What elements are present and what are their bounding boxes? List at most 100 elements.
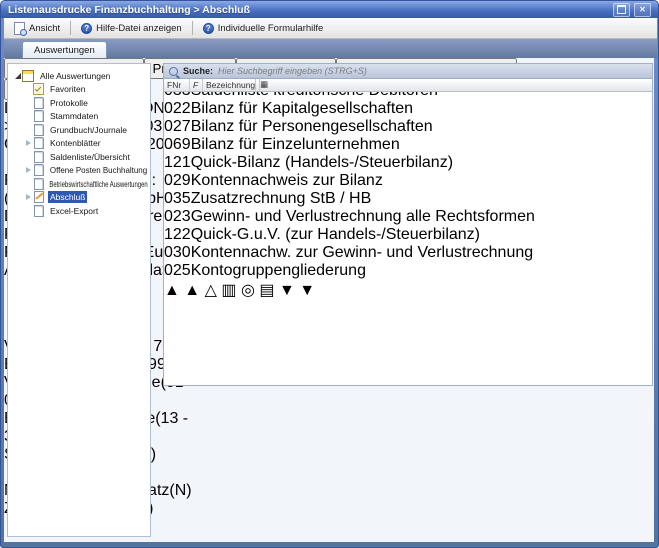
- cell-bezeichnung: Kontogruppengliederung: [191, 262, 366, 279]
- zoom-icon[interactable]: ◎: [241, 282, 255, 299]
- tree-item[interactable]: Grundbuch/Journale: [8, 123, 150, 137]
- window-title: Listenausdrucke Finanzbuchhaltung > Absc…: [8, 4, 613, 16]
- navigation-tree: Alle Auswertungen FavoritenProtokolleSta…: [7, 63, 151, 537]
- cell-bezeichnung: Kontennachweis zur Bilanz: [191, 172, 383, 189]
- tree-item-label: Stammdaten: [48, 110, 100, 122]
- scroll-page-up-icon[interactable]: △: [205, 282, 217, 299]
- tree-item[interactable]: Saldenliste/Übersicht: [8, 150, 150, 164]
- toolbar: Ansicht ? Hilfe-Datei anzeigen ? Individ…: [4, 18, 657, 39]
- cell-fnr: 035: [164, 190, 191, 207]
- column-header-fnr[interactable]: FNr: [164, 79, 190, 91]
- parameter-value: (13 -: [155, 410, 188, 427]
- report-icon: [33, 191, 44, 203]
- table-row[interactable]: 025Kontogruppengliederung: [164, 262, 652, 280]
- document-icon: [33, 137, 44, 149]
- scroll-first-icon[interactable]: ▲: [164, 282, 180, 299]
- triangle-icon: [26, 194, 31, 200]
- split-view-icon[interactable]: ▥: [221, 282, 236, 299]
- tree-root-alle-auswertungen[interactable]: Alle Auswertungen: [8, 69, 150, 83]
- expander-open-icon[interactable]: [13, 73, 22, 79]
- table-row[interactable]: 029Kontennachweis zur Bilanz: [164, 172, 652, 190]
- close-button[interactable]: ✕: [634, 3, 651, 17]
- document-icon: [33, 110, 44, 122]
- tree-item-label: Saldenliste/Übersicht: [48, 151, 132, 163]
- triangle-icon: [26, 167, 31, 173]
- content-area: Alle Auswertungen FavoritenProtokolleSta…: [4, 58, 654, 542]
- sum-icon[interactable]: ▤: [259, 282, 274, 299]
- reports-folder-icon: [22, 70, 34, 82]
- close-icon: ✕: [639, 6, 646, 14]
- cell-fnr: 069: [164, 136, 191, 153]
- app-window: Listenausdrucke Finanzbuchhaltung > Absc…: [0, 0, 659, 548]
- document-icon: [33, 164, 44, 176]
- scroll-last-icon[interactable]: ▼: [299, 282, 315, 299]
- column-header-f[interactable]: F: [190, 79, 203, 91]
- tree-item-label: Favoriten: [48, 83, 87, 95]
- document-icon: [33, 151, 44, 163]
- tree-item-label: Kontenblätter: [48, 137, 103, 149]
- toolbar-item-hilfe-datei[interactable]: ? Hilfe-Datei anzeigen: [75, 21, 188, 36]
- document-icon: [33, 178, 44, 190]
- grid-rows: 032Saldenliste debitorische Kreditoren03…: [164, 64, 652, 280]
- cell-bezeichnung: Zusatzrechnung StB / HB: [191, 190, 372, 207]
- favorites-icon: [33, 83, 44, 95]
- table-row[interactable]: 027Bilanz für Personengesellschaften: [164, 118, 652, 136]
- cell-bezeichnung: Quick-Bilanz (Handels-/Steuerbilanz): [191, 154, 453, 171]
- tab-strip: Auswertungen: [4, 39, 657, 58]
- tab-auswertungen[interactable]: Auswertungen: [22, 41, 107, 58]
- cell-fnr: 022: [164, 100, 191, 117]
- table-row[interactable]: 023Gewinn- und Verlustrechnung alle Rech…: [164, 208, 652, 226]
- tree-item[interactable]: Betriebswirtschaftliche Auswertungen: [8, 177, 150, 191]
- cell-fnr: 121: [164, 154, 191, 171]
- document-icon: [33, 124, 44, 136]
- table-row[interactable]: 121Quick-Bilanz (Handels-/Steuerbilanz): [164, 154, 652, 172]
- tree-item[interactable]: Offene Posten Buchhaltung: [8, 164, 150, 178]
- search-placeholder: Hier Suchbegriff eingeben (STRG+S): [218, 66, 367, 76]
- toolbar-item-formularhilfe[interactable]: ? Individuelle Formularhilfe: [197, 21, 330, 36]
- toolbar-item-ansicht[interactable]: Ansicht: [8, 20, 66, 37]
- cell-fnr: 122: [164, 226, 191, 243]
- cell-fnr: 025: [164, 262, 191, 279]
- search-bar[interactable]: Suche: Hier Suchbegriff eingeben (STRG+S…: [164, 64, 652, 79]
- tree-item[interactable]: Stammdaten: [8, 110, 150, 124]
- tree-item-label: Betriebswirtschaftliche Auswertungen: [48, 178, 149, 190]
- tree-item[interactable]: Favoriten: [8, 83, 150, 97]
- tree-item-label: Abschluß: [48, 191, 87, 203]
- search-icon: [169, 67, 178, 76]
- table-row[interactable]: 030Kontennachw. zur Gewinn- und Verlustr…: [164, 244, 652, 262]
- cell-bezeichnung: Bilanz für Kapitalgesellschaften: [191, 100, 413, 117]
- restore-icon: [617, 5, 626, 14]
- column-select-icon[interactable]: ▦: [260, 79, 268, 91]
- scroll-down-icon[interactable]: ▼: [279, 282, 295, 299]
- grid-side-toolbar: ▲ ▲ △ ▥ ◎ ▤ ▼ ▼: [164, 280, 652, 300]
- grid-header: FNr F Bezeichnung ▦: [164, 79, 652, 92]
- title-bar: Listenausdrucke Finanzbuchhaltung > Absc…: [1, 1, 658, 18]
- toolbar-separator: [192, 21, 193, 35]
- tree-item[interactable]: Kontenblätter: [8, 137, 150, 151]
- table-row[interactable]: 022Bilanz für Kapitalgesellschaften: [164, 100, 652, 118]
- expander-closed-icon[interactable]: [24, 140, 33, 146]
- tree-item-label: Grundbuch/Journale: [48, 124, 129, 136]
- cell-bezeichnung: Gewinn- und Verlustrechnung alle Rechtsf…: [191, 208, 535, 225]
- column-header-bezeichnung[interactable]: Bezeichnung: [203, 79, 256, 91]
- table-row[interactable]: 122Quick-G.u.V. (zur Handels-/Steuerbila…: [164, 226, 652, 244]
- expander-closed-icon[interactable]: [24, 194, 33, 200]
- tree-item-label: Excel-Export: [48, 205, 100, 217]
- tree-item[interactable]: Abschluß: [8, 191, 150, 205]
- scroll-up-icon[interactable]: ▲: [184, 282, 200, 299]
- cell-bezeichnung: Bilanz für Personengesellschaften: [191, 118, 433, 135]
- help-icon: ?: [81, 23, 92, 34]
- cell-bezeichnung: Bilanz für Einzelunternehmen: [191, 136, 400, 153]
- tree-item[interactable]: Excel-Export: [8, 204, 150, 218]
- toolbar-label: Hilfe-Datei anzeigen: [96, 23, 182, 34]
- triangle-icon: [26, 140, 31, 146]
- table-row[interactable]: 035Zusatzrechnung StB / HB: [164, 190, 652, 208]
- table-row[interactable]: 069Bilanz für Einzelunternehmen: [164, 136, 652, 154]
- tree-item[interactable]: Protokolle: [8, 96, 150, 110]
- document-icon: [33, 97, 44, 109]
- cell-fnr: 027: [164, 118, 191, 135]
- toolbar-separator: [70, 21, 71, 35]
- help-icon: ?: [203, 23, 214, 34]
- restore-button[interactable]: [613, 3, 630, 17]
- expander-closed-icon[interactable]: [24, 167, 33, 173]
